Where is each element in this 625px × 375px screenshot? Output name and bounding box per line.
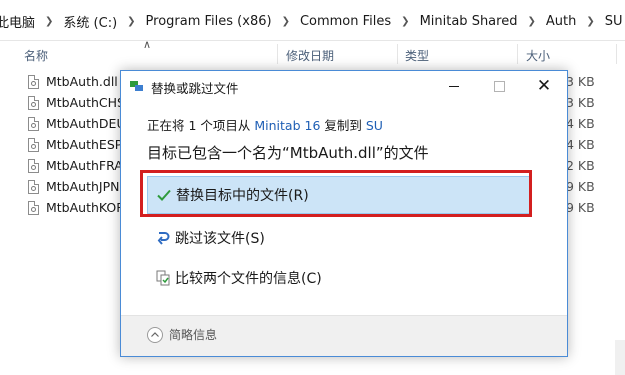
breadcrumb-minitab-shared[interactable]: Minitab Shared xyxy=(416,14,522,29)
chevron-right-icon[interactable]: ❯ xyxy=(39,16,59,27)
file-name: MtbAuth.dll xyxy=(46,74,118,89)
conflict-heading: 目标已包含一个名为“MtbAuth.dll”的文件 xyxy=(147,144,429,162)
copy-progress-info: 正在将 1 个项目从 Minitab 16 复制到 SU xyxy=(147,115,383,134)
file-size: 9 KB xyxy=(566,179,595,194)
breadcrumb-system-c[interactable]: 系统 (C:) xyxy=(59,12,121,31)
replace-or-skip-dialog: 替换或跳过文件 ✕ 正在将 1 个项目从 Minitab 16 复制到 SU 目… xyxy=(120,70,568,357)
dialog-title: 替换或跳过文件 xyxy=(151,81,239,96)
file-size: 3 KB xyxy=(566,95,595,110)
dialog-footer: 简略信息 xyxy=(121,315,567,356)
file-name: MtbAuthKOR xyxy=(46,200,125,215)
minimize-icon xyxy=(449,85,459,87)
fewer-details-label: 简略信息 xyxy=(169,328,218,342)
minimize-button[interactable] xyxy=(432,75,476,97)
file-size: 2 KB xyxy=(566,158,595,173)
maximize-button[interactable] xyxy=(477,75,521,97)
maximize-icon xyxy=(493,80,505,92)
dll-file-icon xyxy=(28,138,39,152)
breadcrumb-program-files-x86[interactable]: Program Files (x86) xyxy=(142,14,276,29)
chevron-right-icon[interactable]: ❯ xyxy=(121,16,141,27)
breadcrumb-auth[interactable]: Auth xyxy=(542,14,580,29)
breadcrumb: 此电脑 ❯ 系统 (C:) ❯ Program Files (x86) ❯ Co… xyxy=(0,12,625,31)
file-name: MtbAuthDEU xyxy=(46,116,126,131)
file-name: MtbAuthCHS xyxy=(46,95,125,110)
chevron-right-icon[interactable]: ❯ xyxy=(276,16,296,27)
fewer-details-toggle[interactable]: 简略信息 xyxy=(147,326,217,343)
column-divider[interactable] xyxy=(517,44,518,64)
destination-folder-link[interactable]: SU xyxy=(366,118,383,133)
check-icon xyxy=(156,187,172,203)
close-icon: ✕ xyxy=(536,76,552,96)
breadcrumb-this-pc[interactable]: 此电脑 xyxy=(0,12,39,31)
skip-file-label: 跳过该文件(S) xyxy=(175,231,265,247)
compare-files-option[interactable]: 比较两个文件的信息(C) xyxy=(147,259,531,297)
source-folder-link[interactable]: Minitab 16 xyxy=(254,118,320,133)
compare-files-label: 比较两个文件的信息(C) xyxy=(175,271,322,287)
column-header-name[interactable]: 名称 xyxy=(24,47,48,64)
file-name: MtbAuthJPN xyxy=(46,179,120,194)
dialog-titlebar[interactable]: 替换或跳过文件 ✕ xyxy=(121,71,567,102)
address-bar[interactable]: 此电脑 ❯ 系统 (C:) ❯ Program Files (x86) ❯ Co… xyxy=(0,0,625,41)
info-middle: 复制到 xyxy=(320,118,366,133)
breadcrumb-su[interactable]: SU xyxy=(601,14,625,29)
chevron-right-icon[interactable]: ❯ xyxy=(395,16,415,27)
column-divider[interactable] xyxy=(397,44,398,64)
file-size: 4 KB xyxy=(566,116,595,131)
file-size: 4 KB xyxy=(566,137,595,152)
breadcrumb-common-files[interactable]: Common Files xyxy=(296,14,395,29)
replace-file-label: 替换目标中的文件(R) xyxy=(176,188,309,204)
dll-file-icon xyxy=(28,75,39,89)
column-header-modified[interactable]: 修改日期 xyxy=(286,47,334,64)
info-prefix: 正在将 1 个项目从 xyxy=(147,118,255,133)
column-header-type[interactable]: 类型 xyxy=(405,47,429,64)
column-divider[interactable] xyxy=(616,44,617,64)
file-name: MtbAuthFRA xyxy=(46,158,123,173)
chevron-up-icon xyxy=(147,326,163,343)
dll-file-icon xyxy=(28,96,39,110)
column-header-row: ∧ 名称 修改日期 类型 大小 xyxy=(0,38,625,68)
dll-file-icon xyxy=(28,159,39,173)
column-header-size[interactable]: 大小 xyxy=(526,47,550,64)
skip-arrow-icon xyxy=(155,230,171,246)
file-size: 3 KB xyxy=(566,74,595,89)
dll-file-icon xyxy=(28,201,39,215)
chevron-right-icon[interactable]: ❯ xyxy=(521,16,541,27)
copy-files-icon xyxy=(130,81,144,91)
close-button[interactable]: ✕ xyxy=(522,75,566,97)
replace-file-option[interactable]: 替换目标中的文件(R) xyxy=(147,176,531,214)
dll-file-icon xyxy=(28,180,39,194)
file-size: 9 KB xyxy=(566,200,595,215)
file-name: MtbAuthESP. xyxy=(46,137,125,152)
skip-file-option[interactable]: 跳过该文件(S) xyxy=(147,219,531,257)
dll-file-icon xyxy=(28,117,39,131)
column-divider[interactable] xyxy=(277,44,278,64)
explorer-window: 此电脑 ❯ 系统 (C:) ❯ Program Files (x86) ❯ Co… xyxy=(0,0,625,375)
chevron-right-icon[interactable]: ❯ xyxy=(580,16,600,27)
compare-files-icon xyxy=(155,270,171,286)
scrollbar[interactable] xyxy=(615,340,625,375)
sort-ascending-icon: ∧ xyxy=(143,38,152,51)
